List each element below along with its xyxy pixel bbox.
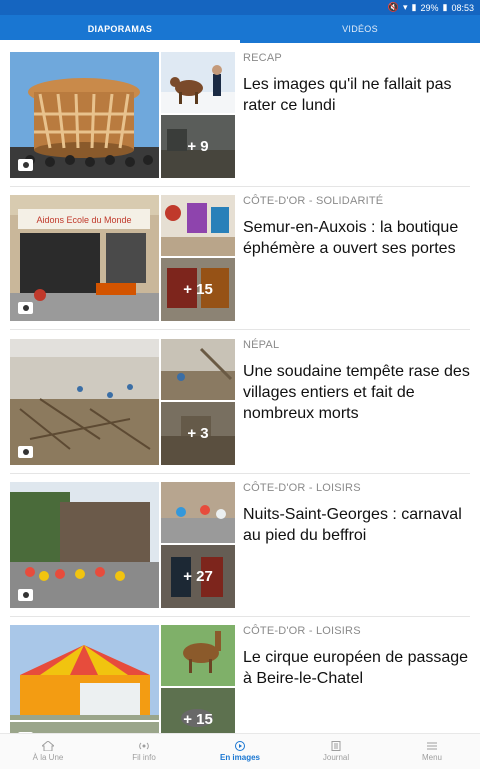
article-card[interactable]: + 27 CÔTE-D'OR - LOISIRS Nuits-Saint-Geo… [10,482,473,617]
bottom-navigation: À la Une Fil info En images Journal Menu [0,733,480,769]
nav-label: Fil info [132,753,156,762]
article-card[interactable]: + 3 NÉPAL Une soudaine tempête rase des … [10,339,473,474]
play-icon [234,741,246,751]
article-category: CÔTE-D'OR - LOISIRS [243,625,361,637]
nav-label: Menu [421,753,442,762]
article-thumbnail-more[interactable]: + 15 [161,258,235,321]
radio-icon [138,741,150,751]
tab-videos[interactable]: VIDÉOS [240,15,480,43]
photo-count: + 9 [187,138,209,155]
nav-fil-info[interactable]: Fil info [96,734,192,769]
divider [10,329,470,330]
battery-level: 29% [420,2,439,13]
signal-icon: ▮ [411,2,417,12]
menu-icon [426,741,438,751]
tab-diaporamas[interactable]: DIAPORAMAS [0,15,240,43]
divider [10,616,470,617]
status-bar: 🔇 ▾ ▮ 29% ▮ 08:53 [0,0,480,15]
article-thumbnail-more[interactable]: + 27 [161,545,235,608]
article-title[interactable]: Une soudaine tempête rase des villages e… [243,361,473,424]
photo-count: + 15 [183,281,213,298]
nav-menu[interactable]: Menu [384,734,480,769]
article-main-photo[interactable]: Aidons Ecole du Monde [10,195,159,321]
article-title[interactable]: Nuits-Saint-Georges : carnaval au pied d… [243,504,473,546]
article-thumbnail-more[interactable]: + 3 [161,402,235,465]
article-thumbnail-more[interactable]: + 9 [161,115,235,178]
article-card[interactable]: Aidons Ecole du Monde + 15 CÔTE-D'OR - S… [10,195,473,330]
article-category: RECAP [243,52,282,64]
camera-icon [18,302,33,314]
article-main-photo[interactable] [10,482,159,608]
top-tabs: DIAPORAMAS VIDÉOS [0,15,480,43]
article-card[interactable]: + 9 RECAP Les images qu'il ne fallait pa… [10,52,473,187]
article-main-photo[interactable] [10,625,159,733]
nav-label: En images [219,753,260,762]
nav-journal[interactable]: Journal [288,734,384,769]
nav-a-la-une[interactable]: À la Une [0,734,96,769]
article-main-photo[interactable] [10,339,159,465]
article-category: CÔTE-D'OR - LOISIRS [243,482,361,494]
article-main-photo[interactable] [10,52,159,178]
camera-icon [18,446,33,458]
article-category: NÉPAL [243,339,280,351]
article-category: CÔTE-D'OR - SOLIDARITÉ [243,195,384,207]
newspaper-icon [330,741,342,751]
camera-icon [18,589,33,601]
home-icon [42,741,54,751]
divider [10,186,470,187]
battery-icon: ▮ [442,2,448,12]
photo-count: + 15 [183,711,213,728]
divider [10,473,470,474]
article-thumbnail-more[interactable]: + 15 [161,688,235,733]
article-title[interactable]: Les images qu'il ne fallait pas rater ce… [243,74,473,116]
wifi-icon: ▾ [403,2,408,12]
article-thumbnail[interactable] [161,339,235,400]
clock: 08:53 [451,2,474,13]
photo-count: + 3 [187,425,209,442]
article-title[interactable]: Semur-en-Auxois : la boutique éphémère a… [243,217,473,259]
article-thumbnail[interactable] [161,482,235,543]
shop-sign-text: Aidons Ecole du Monde [36,215,131,225]
article-title[interactable]: Le cirque européen de passage à Beire-le… [243,647,473,689]
article-thumbnail[interactable] [161,625,235,686]
article-thumbnail[interactable] [161,195,235,256]
camera-icon [18,159,33,171]
nav-en-images[interactable]: En images [192,734,288,769]
mute-icon: 🔇 [387,2,400,12]
slideshow-feed: + 9 RECAP Les images qu'il ne fallait pa… [0,43,480,733]
nav-label: Journal [322,753,350,762]
article-card[interactable]: + 15 CÔTE-D'OR - LOISIRS Le cirque europ… [10,625,470,733]
photo-count: + 27 [183,568,213,585]
nav-label: À la Une [32,753,64,762]
article-thumbnail[interactable] [161,52,235,113]
